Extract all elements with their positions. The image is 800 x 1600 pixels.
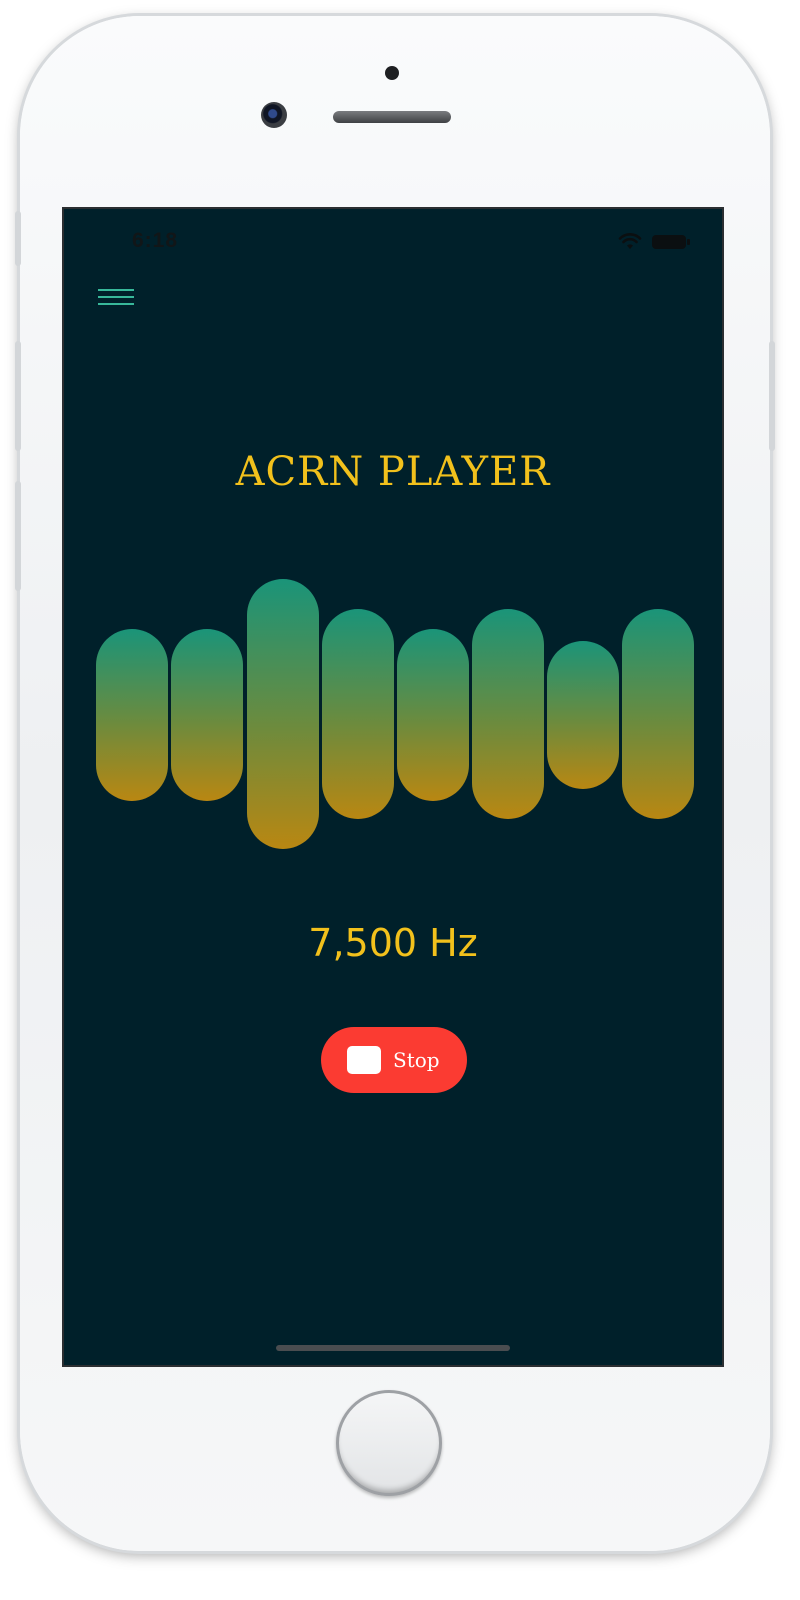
home-button[interactable] [336, 1390, 442, 1496]
home-indicator[interactable] [276, 1345, 510, 1351]
proximity-sensor [385, 66, 399, 80]
volume-down-button [15, 481, 21, 591]
visualizer-bar [171, 629, 243, 801]
app-title: ACRN PLAYER [235, 449, 551, 495]
battery-icon [652, 235, 690, 249]
visualizer-bar [472, 609, 544, 819]
visualizer-bar [247, 579, 319, 849]
visualizer-bar [397, 629, 469, 801]
status-time: 6:18 [132, 229, 179, 252]
hamburger-menu-icon[interactable] [98, 289, 134, 309]
stop-button-label: Stop [393, 1048, 440, 1072]
power-button [769, 341, 775, 451]
visualizer-bar [96, 629, 168, 801]
app-screen: 6:18 ACRN PLAYER 7,500 Hz Stop [62, 207, 724, 1367]
visualizer-bar [547, 641, 619, 789]
stop-square-icon [347, 1046, 381, 1074]
stop-button[interactable]: Stop [321, 1027, 467, 1093]
wifi-icon [618, 233, 642, 249]
visualizer-bar [322, 609, 394, 819]
front-camera-icon [261, 102, 287, 128]
volume-up-button [15, 341, 21, 451]
visualizer-bar [622, 609, 694, 819]
frequency-visualizer [96, 579, 696, 849]
frequency-readout: 7,500 Hz [308, 921, 478, 965]
status-icons [618, 233, 690, 251]
mute-switch [15, 211, 21, 266]
earpiece-speaker [333, 111, 451, 123]
